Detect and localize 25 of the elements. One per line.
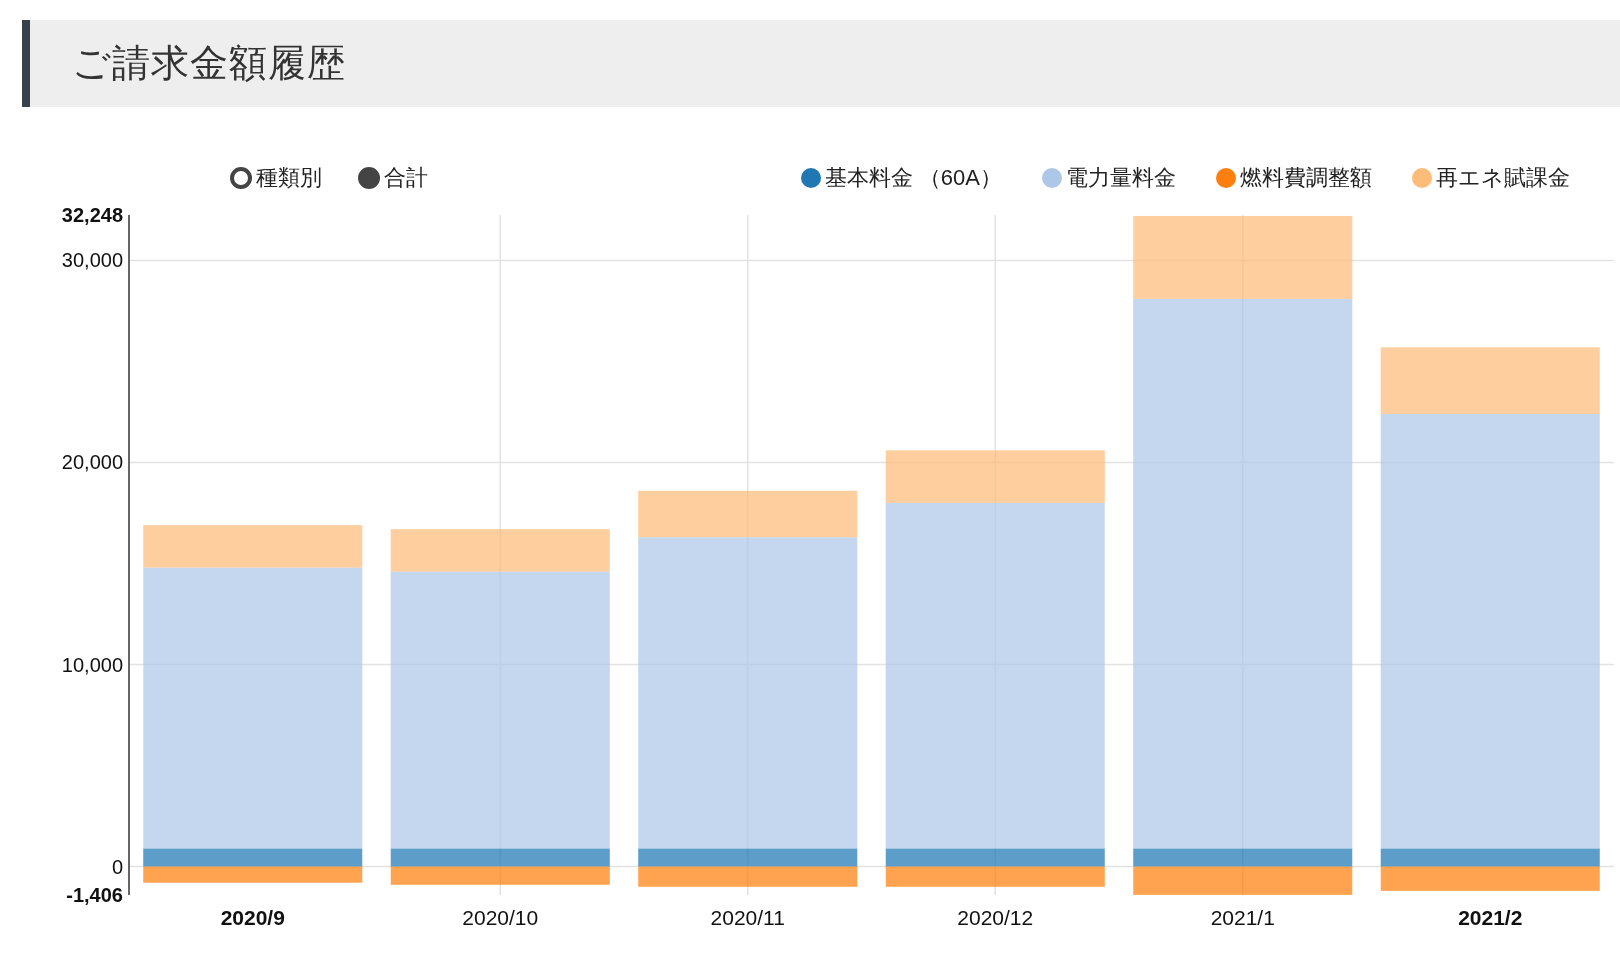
radio-label: 種類別 <box>256 164 322 192</box>
page-title: ご請求金額履歴 <box>72 41 346 86</box>
legend-item[interactable]: 電力量料金 <box>1042 163 1176 193</box>
x-axis-label: 2020/9 <box>220 906 285 929</box>
legend-label: 電力量料金 <box>1066 164 1176 192</box>
y-axis-label: -1,406 <box>66 884 123 906</box>
radio-label: 合計 <box>384 164 428 192</box>
legend-item[interactable]: 基本料金 （60A） <box>800 163 1002 193</box>
legend-item[interactable]: 再エネ賦課金 <box>1412 163 1570 193</box>
legend-item[interactable]: 燃料費調整額 <box>1216 163 1372 193</box>
legend-label: 再エネ賦課金 <box>1436 164 1570 192</box>
y-axis-label: 32,248 <box>61 207 123 226</box>
x-axis-label: 2021/1 <box>1210 906 1275 929</box>
y-axis-label: 0 <box>111 855 123 878</box>
x-axis-label: 2020/11 <box>710 906 785 929</box>
legend-label: 燃料費調整額 <box>1240 164 1372 192</box>
radio-option[interactable]: 合計 <box>358 163 428 193</box>
radio-option[interactable]: 種類別 <box>230 163 322 193</box>
legend-label: 基本料金 （60A） <box>824 164 1002 192</box>
x-axis-label: 2020/12 <box>957 906 1034 929</box>
y-axis-label: 30,000 <box>61 249 123 272</box>
y-axis-label: 10,000 <box>61 653 123 676</box>
y-axis-label: 20,000 <box>61 451 123 474</box>
x-axis-label: 2020/10 <box>462 906 539 929</box>
x-axis-label: 2021/2 <box>1458 906 1523 929</box>
